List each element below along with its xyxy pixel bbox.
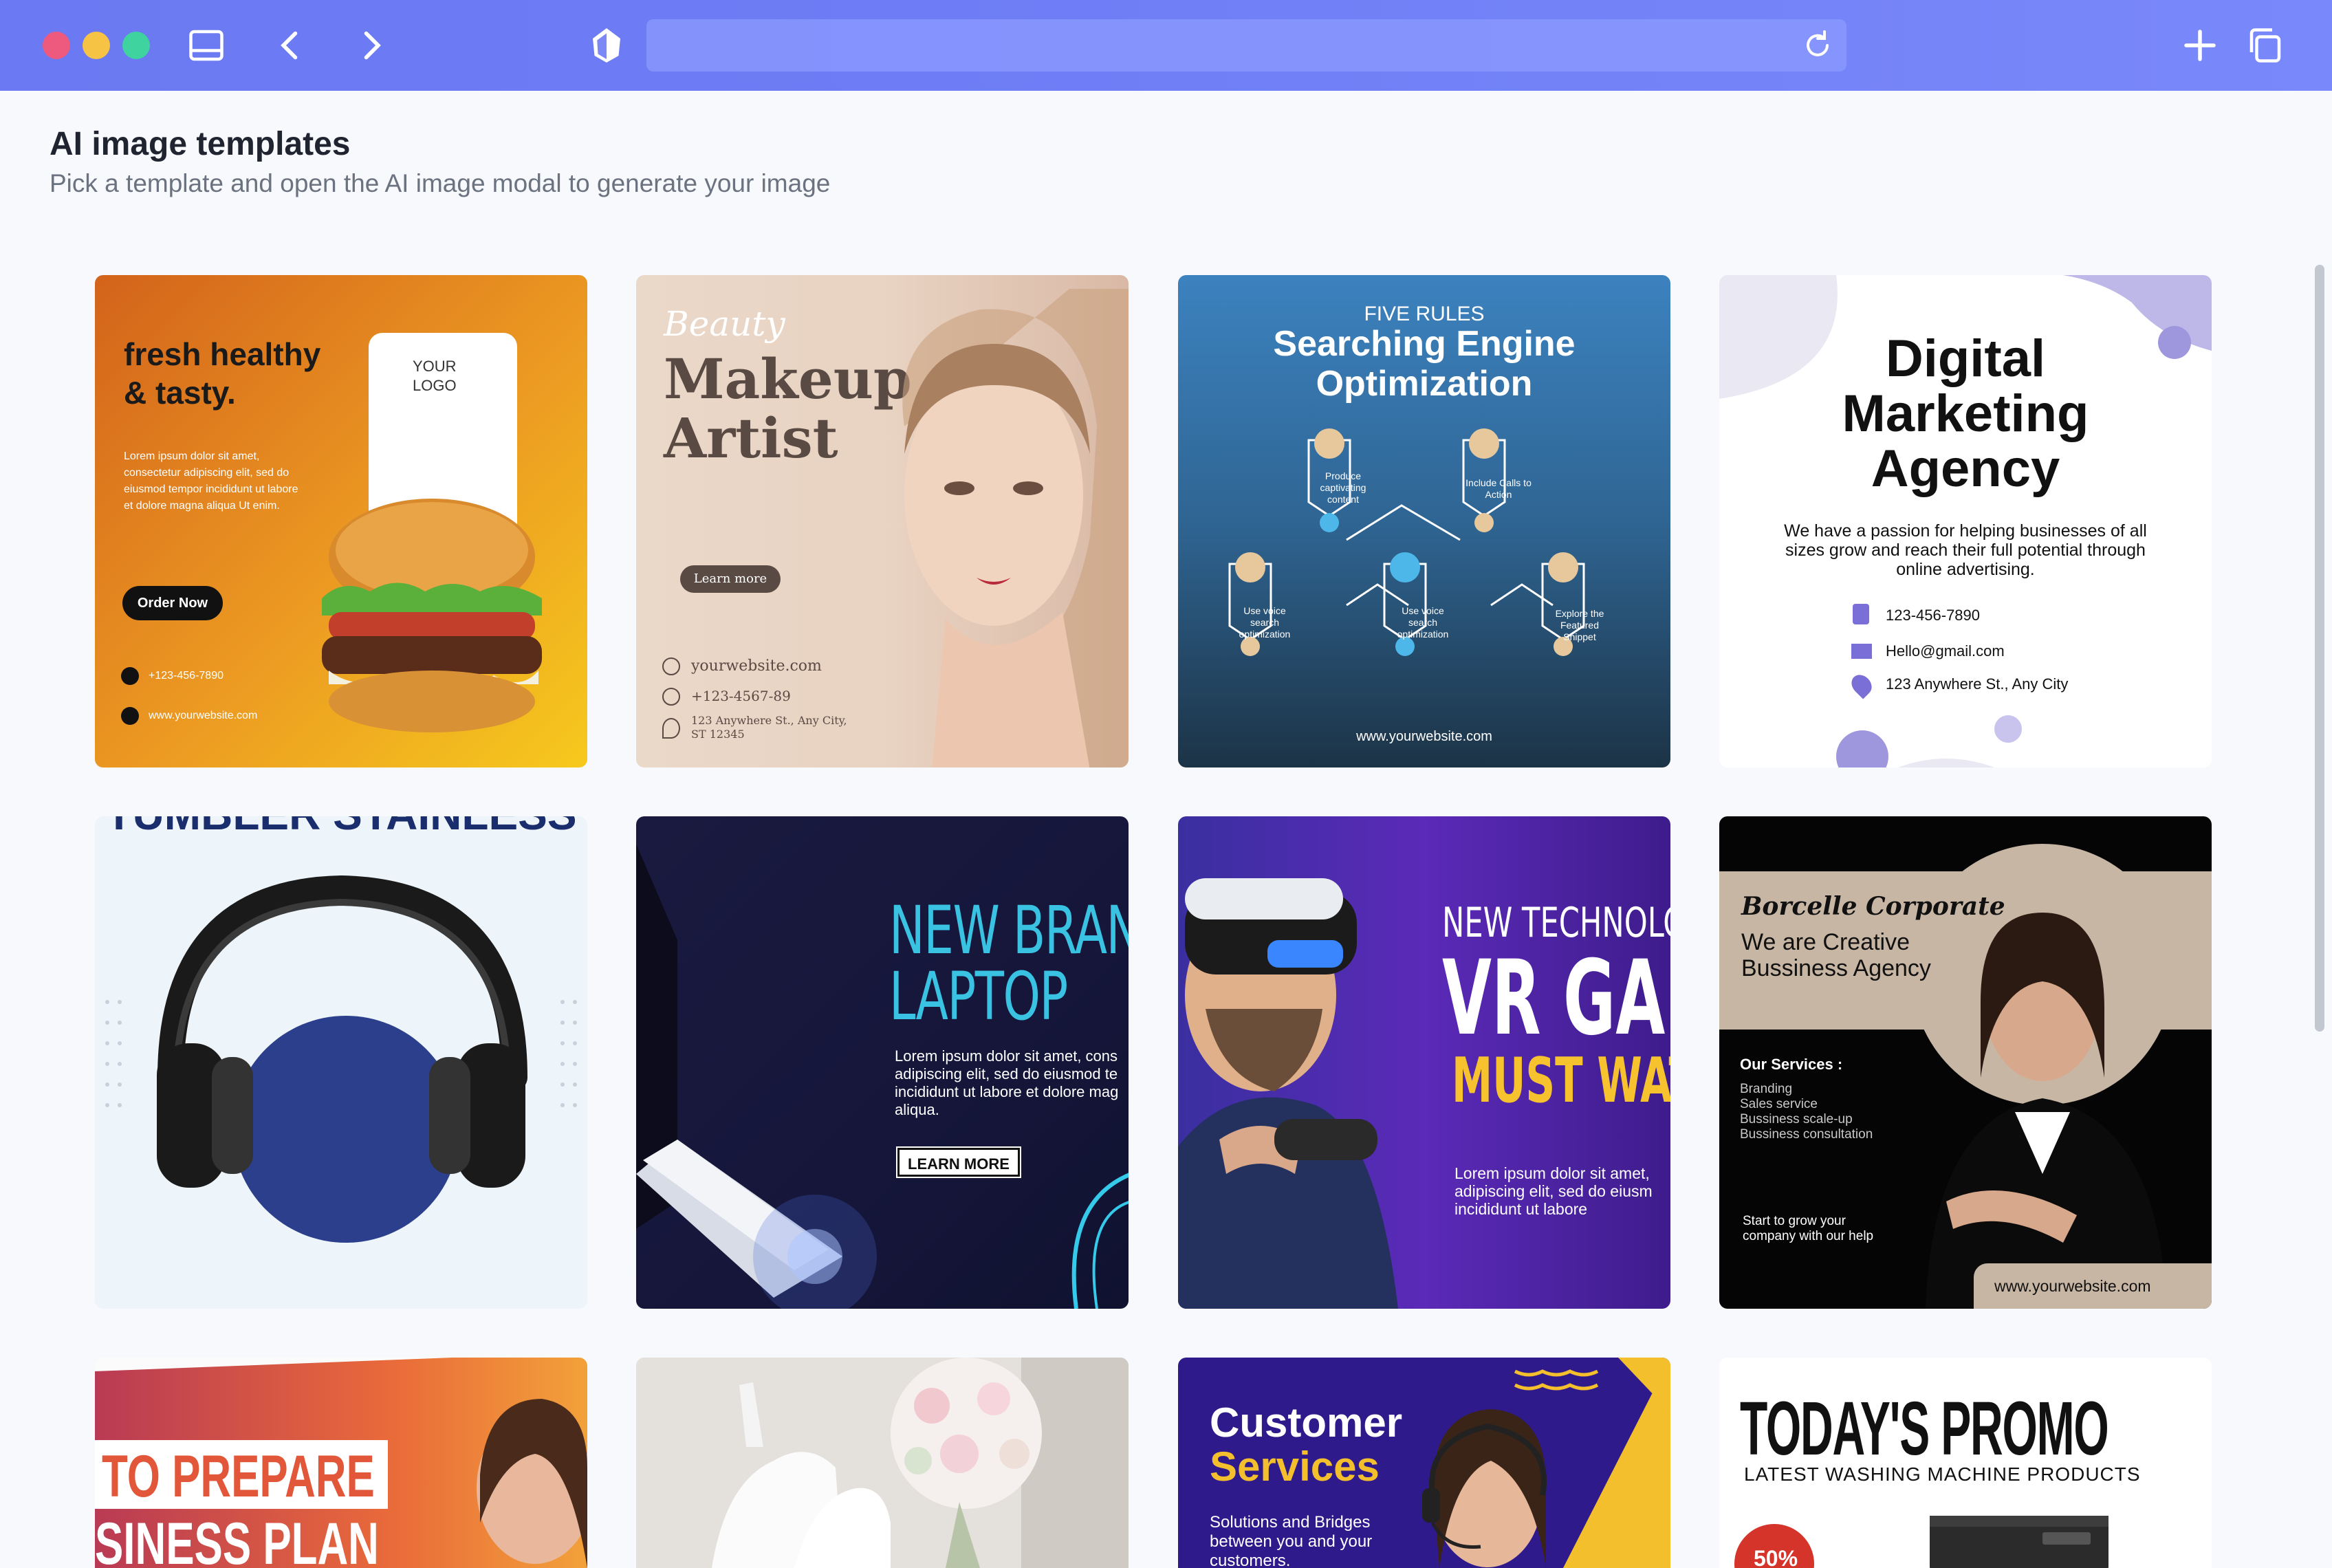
address-bar[interactable] — [646, 19, 1846, 72]
discount-badge: 50% — [1754, 1546, 1798, 1568]
scrollbar-thumb[interactable] — [2315, 265, 2324, 1032]
rule-label: Use voice search optimization — [1239, 605, 1291, 640]
headline: Artist — [664, 406, 838, 470]
kicker: FIVE RULES — [1364, 303, 1485, 325]
services-label: Our Services : — [1740, 1056, 1843, 1073]
template-card-promo[interactable]: TODAY'S PROMO LATEST WASHING MACHINE PRO… — [1719, 1358, 2212, 1568]
close-window-button[interactable] — [43, 32, 70, 59]
url-input[interactable] — [646, 19, 1788, 72]
website-text: www.yourwebsite.com — [149, 710, 258, 721]
learn-more-button: LEARN MORE — [896, 1146, 1021, 1178]
page-subtitle: Pick a template and open the AI image mo… — [50, 169, 831, 197]
template-card-makeup[interactable]: Beauty Makeup Artist Learn more yourwebs… — [636, 275, 1129, 767]
headline: LAPTOP — [889, 958, 1068, 1035]
headline: Agency — [1871, 439, 2060, 498]
script-label: Borcelle Corporate — [1741, 892, 2005, 921]
website-text: yourwebsite.com — [691, 657, 822, 675]
website-text: www.yourwebsite.com — [1994, 1277, 2151, 1295]
tabs-overview-icon[interactable] — [2241, 21, 2290, 70]
template-card-corporate[interactable]: Borcelle Corporate We are Creative Bussi… — [1719, 816, 2212, 1309]
headline: Digital — [1885, 329, 2046, 388]
rule-label: Use voice search optimization — [1397, 605, 1449, 640]
reload-icon[interactable] — [1801, 29, 1834, 62]
body-text: Lorem ipsum dolor sit amet, adipiscing el… — [1454, 1164, 1653, 1218]
address-text: 123 Anywhere St., Any City, ST 12345 — [691, 714, 847, 741]
address-text: 123 Anywhere St., Any City — [1886, 675, 2069, 693]
headline: fresh healthy — [124, 336, 321, 372]
rule-label: Produce captivating content — [1320, 470, 1366, 505]
phone-icon — [121, 667, 139, 685]
headline: Marketing — [1842, 384, 2089, 443]
script-label: Beauty — [664, 304, 785, 344]
template-card-business-plan[interactable]: TO PREPARE SINESS PLAN — [95, 1358, 587, 1568]
page-header: AI image templates Pick a template and o… — [50, 124, 830, 198]
logo-text: LOGO — [413, 377, 457, 394]
phone-text: 123-456-7890 — [1886, 607, 1981, 624]
headline: TO PREPARE — [102, 1444, 375, 1510]
template-card-vr[interactable]: NEW TECHNOLOG VR GA MUST WAT Lorem ipsum… — [1178, 816, 1670, 1309]
body-text: Lorem ipsum dolor sit amet, consectetur a… — [124, 450, 298, 512]
browser-toolbar — [0, 0, 2332, 91]
learn-more-button: Learn more — [680, 565, 781, 593]
seo-diagram — [1228, 428, 1585, 656]
burger-image — [322, 499, 542, 732]
headline: MUST WAT — [1452, 1045, 1670, 1117]
body-text: Solutions and Bridges between you and you… — [1210, 1513, 1373, 1568]
headline: & tasty. — [124, 375, 236, 411]
back-arrow-icon[interactable] — [265, 21, 315, 70]
template-card-laptop[interactable]: NEW BRAN LAPTOP Lorem ipsum dolor sit am… — [636, 816, 1129, 1309]
logo-text: YOUR — [413, 358, 457, 375]
mail-icon — [1851, 644, 1872, 659]
template-card-seo[interactable]: FIVE RULES Searching Engine Optimization… — [1178, 275, 1670, 767]
forward-arrow-icon[interactable] — [347, 21, 396, 70]
email-text: Hello@gmail.com — [1886, 642, 2005, 660]
globe-icon — [662, 657, 680, 675]
template-card-marketing[interactable]: Digital Marketing Agency We have a passi… — [1719, 275, 2212, 767]
template-card-wedding[interactable] — [636, 1358, 1129, 1568]
headline: Bussiness Agency — [1741, 955, 1931, 981]
order-now-button: Order Now — [122, 586, 223, 620]
body-text: We have a passion for helping businesses… — [1784, 521, 2147, 579]
headline: SINESS PLAN — [95, 1511, 379, 1568]
phone-text: +123-456-7890 — [149, 670, 224, 682]
template-card-headphones[interactable]: TUMBLER STAINLESS — [95, 816, 587, 1309]
headline: Customer — [1210, 1400, 1403, 1446]
rule-label: Include Calls to Action — [1465, 477, 1532, 500]
body-text: Lorem ipsum dolor sit amet, cons adipisci… — [895, 1047, 1119, 1118]
wedding-shoes-bouquet-image — [636, 1358, 1129, 1568]
headline: Services — [1210, 1444, 1380, 1490]
headline: VR GA — [1442, 939, 1666, 1058]
minimize-window-button[interactable] — [83, 32, 110, 59]
template-card-customer-services[interactable]: Customer Services Solutions and Bridges b… — [1178, 1358, 1670, 1568]
services-list: Branding Sales service Bussiness scale-up B… — [1740, 1082, 1873, 1142]
new-tab-plus-icon[interactable] — [2175, 21, 2225, 70]
headphones-image — [105, 875, 577, 1243]
maximize-window-button[interactable] — [122, 32, 150, 59]
headline: Searching Engine — [1273, 324, 1576, 364]
shield-icon[interactable] — [582, 21, 631, 70]
globe-icon — [121, 707, 139, 725]
sidebar-toggle-icon[interactable] — [182, 21, 231, 70]
model-portrait-image — [902, 289, 1129, 767]
template-card-burger[interactable]: fresh healthy & tasty. YOUR LOGO Lorem i… — [95, 275, 587, 767]
location-pin-icon — [662, 718, 680, 739]
headline: We are Creative — [1741, 929, 1910, 955]
washing-machine-image — [1734, 1516, 2108, 1568]
rule-label: Explore the Featured Snippet — [1555, 608, 1604, 642]
phone-icon — [1853, 604, 1869, 624]
phone-text: +123-4567-89 — [691, 688, 791, 704]
tagline: Start to grow your company with our help — [1743, 1214, 1874, 1243]
phone-icon — [662, 688, 680, 706]
website-text: www.yourwebsite.com — [1356, 729, 1492, 744]
page-title: AI image templates — [50, 126, 351, 162]
headline: Optimization — [1316, 364, 1533, 404]
